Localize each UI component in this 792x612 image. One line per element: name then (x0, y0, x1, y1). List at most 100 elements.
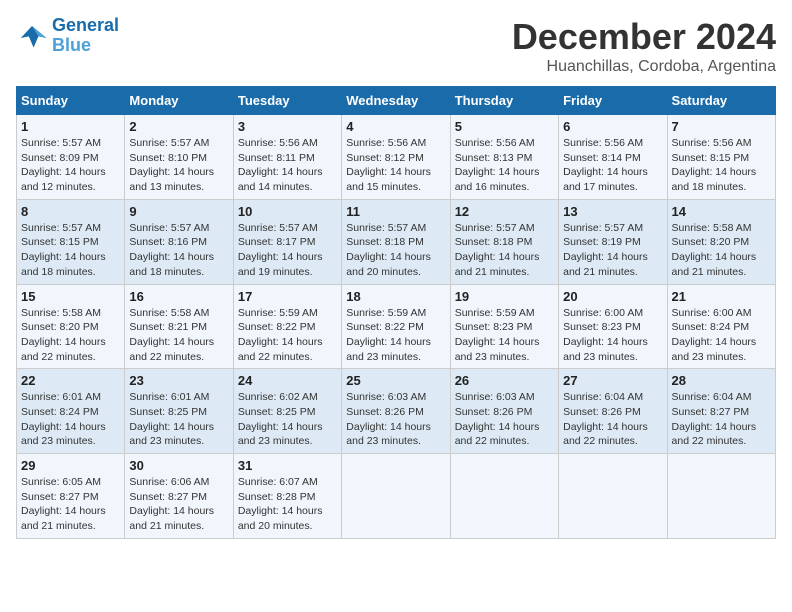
day-info: Sunrise: 5:56 AM Sunset: 8:13 PM Dayligh… (455, 136, 554, 195)
day-number: 23 (129, 373, 228, 388)
day-number: 19 (455, 289, 554, 304)
calendar-week-3: 15 Sunrise: 5:58 AM Sunset: 8:20 PM Dayl… (17, 284, 776, 369)
day-number: 14 (672, 204, 771, 219)
empty-cell (667, 454, 775, 539)
day-cell-12: 12 Sunrise: 5:57 AM Sunset: 8:18 PM Dayl… (450, 199, 558, 284)
day-info: Sunrise: 5:56 AM Sunset: 8:11 PM Dayligh… (238, 136, 337, 195)
day-cell-9: 9 Sunrise: 5:57 AM Sunset: 8:16 PM Dayli… (125, 199, 233, 284)
day-number: 2 (129, 119, 228, 134)
day-cell-23: 23 Sunrise: 6:01 AM Sunset: 8:25 PM Dayl… (125, 369, 233, 454)
day-info: Sunrise: 5:57 AM Sunset: 8:18 PM Dayligh… (346, 221, 445, 280)
day-cell-17: 17 Sunrise: 5:59 AM Sunset: 8:22 PM Dayl… (233, 284, 341, 369)
day-number: 30 (129, 458, 228, 473)
day-cell-2: 2 Sunrise: 5:57 AM Sunset: 8:10 PM Dayli… (125, 115, 233, 200)
day-cell-24: 24 Sunrise: 6:02 AM Sunset: 8:25 PM Dayl… (233, 369, 341, 454)
day-cell-19: 19 Sunrise: 5:59 AM Sunset: 8:23 PM Dayl… (450, 284, 558, 369)
day-number: 25 (346, 373, 445, 388)
day-cell-1: 1 Sunrise: 5:57 AM Sunset: 8:09 PM Dayli… (17, 115, 125, 200)
day-cell-18: 18 Sunrise: 5:59 AM Sunset: 8:22 PM Dayl… (342, 284, 450, 369)
day-info: Sunrise: 5:57 AM Sunset: 8:17 PM Dayligh… (238, 221, 337, 280)
subtitle: Huanchillas, Cordoba, Argentina (512, 58, 776, 76)
col-header-tuesday: Tuesday (233, 87, 341, 115)
col-header-thursday: Thursday (450, 87, 558, 115)
day-number: 1 (21, 119, 120, 134)
day-number: 7 (672, 119, 771, 134)
day-info: Sunrise: 5:59 AM Sunset: 8:23 PM Dayligh… (455, 306, 554, 365)
page-header: General Blue December 2024 Huanchillas, … (16, 16, 776, 76)
day-number: 28 (672, 373, 771, 388)
day-number: 17 (238, 289, 337, 304)
day-info: Sunrise: 5:57 AM Sunset: 8:18 PM Dayligh… (455, 221, 554, 280)
day-cell-7: 7 Sunrise: 5:56 AM Sunset: 8:15 PM Dayli… (667, 115, 775, 200)
day-cell-5: 5 Sunrise: 5:56 AM Sunset: 8:13 PM Dayli… (450, 115, 558, 200)
day-number: 29 (21, 458, 120, 473)
day-info: Sunrise: 5:57 AM Sunset: 8:16 PM Dayligh… (129, 221, 228, 280)
day-info: Sunrise: 5:58 AM Sunset: 8:20 PM Dayligh… (21, 306, 120, 365)
logo-text: General Blue (52, 16, 119, 56)
day-cell-31: 31 Sunrise: 6:07 AM Sunset: 8:28 PM Dayl… (233, 454, 341, 539)
day-info: Sunrise: 5:59 AM Sunset: 8:22 PM Dayligh… (346, 306, 445, 365)
day-cell-21: 21 Sunrise: 6:00 AM Sunset: 8:24 PM Dayl… (667, 284, 775, 369)
logo: General Blue (16, 16, 119, 56)
day-number: 20 (563, 289, 662, 304)
day-number: 10 (238, 204, 337, 219)
day-cell-22: 22 Sunrise: 6:01 AM Sunset: 8:24 PM Dayl… (17, 369, 125, 454)
day-number: 12 (455, 204, 554, 219)
day-number: 13 (563, 204, 662, 219)
day-cell-8: 8 Sunrise: 5:57 AM Sunset: 8:15 PM Dayli… (17, 199, 125, 284)
day-info: Sunrise: 5:58 AM Sunset: 8:21 PM Dayligh… (129, 306, 228, 365)
logo-icon (16, 22, 48, 50)
col-header-friday: Friday (559, 87, 667, 115)
day-info: Sunrise: 5:59 AM Sunset: 8:22 PM Dayligh… (238, 306, 337, 365)
day-info: Sunrise: 6:06 AM Sunset: 8:27 PM Dayligh… (129, 475, 228, 534)
day-info: Sunrise: 6:00 AM Sunset: 8:24 PM Dayligh… (672, 306, 771, 365)
day-info: Sunrise: 6:03 AM Sunset: 8:26 PM Dayligh… (346, 390, 445, 449)
calendar-week-5: 29 Sunrise: 6:05 AM Sunset: 8:27 PM Dayl… (17, 454, 776, 539)
empty-cell (559, 454, 667, 539)
day-number: 18 (346, 289, 445, 304)
empty-cell (450, 454, 558, 539)
day-info: Sunrise: 6:02 AM Sunset: 8:25 PM Dayligh… (238, 390, 337, 449)
calendar-table: SundayMondayTuesdayWednesdayThursdayFrid… (16, 86, 776, 539)
day-number: 4 (346, 119, 445, 134)
col-header-wednesday: Wednesday (342, 87, 450, 115)
day-cell-20: 20 Sunrise: 6:00 AM Sunset: 8:23 PM Dayl… (559, 284, 667, 369)
day-info: Sunrise: 5:58 AM Sunset: 8:20 PM Dayligh… (672, 221, 771, 280)
calendar-week-4: 22 Sunrise: 6:01 AM Sunset: 8:24 PM Dayl… (17, 369, 776, 454)
col-header-sunday: Sunday (17, 87, 125, 115)
day-cell-13: 13 Sunrise: 5:57 AM Sunset: 8:19 PM Dayl… (559, 199, 667, 284)
day-cell-11: 11 Sunrise: 5:57 AM Sunset: 8:18 PM Dayl… (342, 199, 450, 284)
day-info: Sunrise: 6:04 AM Sunset: 8:27 PM Dayligh… (672, 390, 771, 449)
day-cell-27: 27 Sunrise: 6:04 AM Sunset: 8:26 PM Dayl… (559, 369, 667, 454)
calendar-week-1: 1 Sunrise: 5:57 AM Sunset: 8:09 PM Dayli… (17, 115, 776, 200)
day-info: Sunrise: 6:00 AM Sunset: 8:23 PM Dayligh… (563, 306, 662, 365)
day-number: 26 (455, 373, 554, 388)
day-info: Sunrise: 6:01 AM Sunset: 8:24 PM Dayligh… (21, 390, 120, 449)
calendar-header: SundayMondayTuesdayWednesdayThursdayFrid… (17, 87, 776, 115)
main-title: December 2024 (512, 16, 776, 58)
day-info: Sunrise: 5:57 AM Sunset: 8:10 PM Dayligh… (129, 136, 228, 195)
day-number: 6 (563, 119, 662, 134)
day-number: 27 (563, 373, 662, 388)
day-cell-25: 25 Sunrise: 6:03 AM Sunset: 8:26 PM Dayl… (342, 369, 450, 454)
day-cell-30: 30 Sunrise: 6:06 AM Sunset: 8:27 PM Dayl… (125, 454, 233, 539)
day-info: Sunrise: 6:03 AM Sunset: 8:26 PM Dayligh… (455, 390, 554, 449)
day-info: Sunrise: 6:07 AM Sunset: 8:28 PM Dayligh… (238, 475, 337, 534)
day-number: 24 (238, 373, 337, 388)
day-number: 8 (21, 204, 120, 219)
col-header-monday: Monday (125, 87, 233, 115)
day-cell-26: 26 Sunrise: 6:03 AM Sunset: 8:26 PM Dayl… (450, 369, 558, 454)
day-cell-15: 15 Sunrise: 5:58 AM Sunset: 8:20 PM Dayl… (17, 284, 125, 369)
day-cell-28: 28 Sunrise: 6:04 AM Sunset: 8:27 PM Dayl… (667, 369, 775, 454)
day-number: 15 (21, 289, 120, 304)
day-info: Sunrise: 5:56 AM Sunset: 8:15 PM Dayligh… (672, 136, 771, 195)
day-info: Sunrise: 5:56 AM Sunset: 8:12 PM Dayligh… (346, 136, 445, 195)
day-cell-4: 4 Sunrise: 5:56 AM Sunset: 8:12 PM Dayli… (342, 115, 450, 200)
day-number: 11 (346, 204, 445, 219)
day-info: Sunrise: 5:57 AM Sunset: 8:09 PM Dayligh… (21, 136, 120, 195)
day-cell-6: 6 Sunrise: 5:56 AM Sunset: 8:14 PM Dayli… (559, 115, 667, 200)
day-cell-29: 29 Sunrise: 6:05 AM Sunset: 8:27 PM Dayl… (17, 454, 125, 539)
col-header-saturday: Saturday (667, 87, 775, 115)
day-cell-10: 10 Sunrise: 5:57 AM Sunset: 8:17 PM Dayl… (233, 199, 341, 284)
day-cell-3: 3 Sunrise: 5:56 AM Sunset: 8:11 PM Dayli… (233, 115, 341, 200)
